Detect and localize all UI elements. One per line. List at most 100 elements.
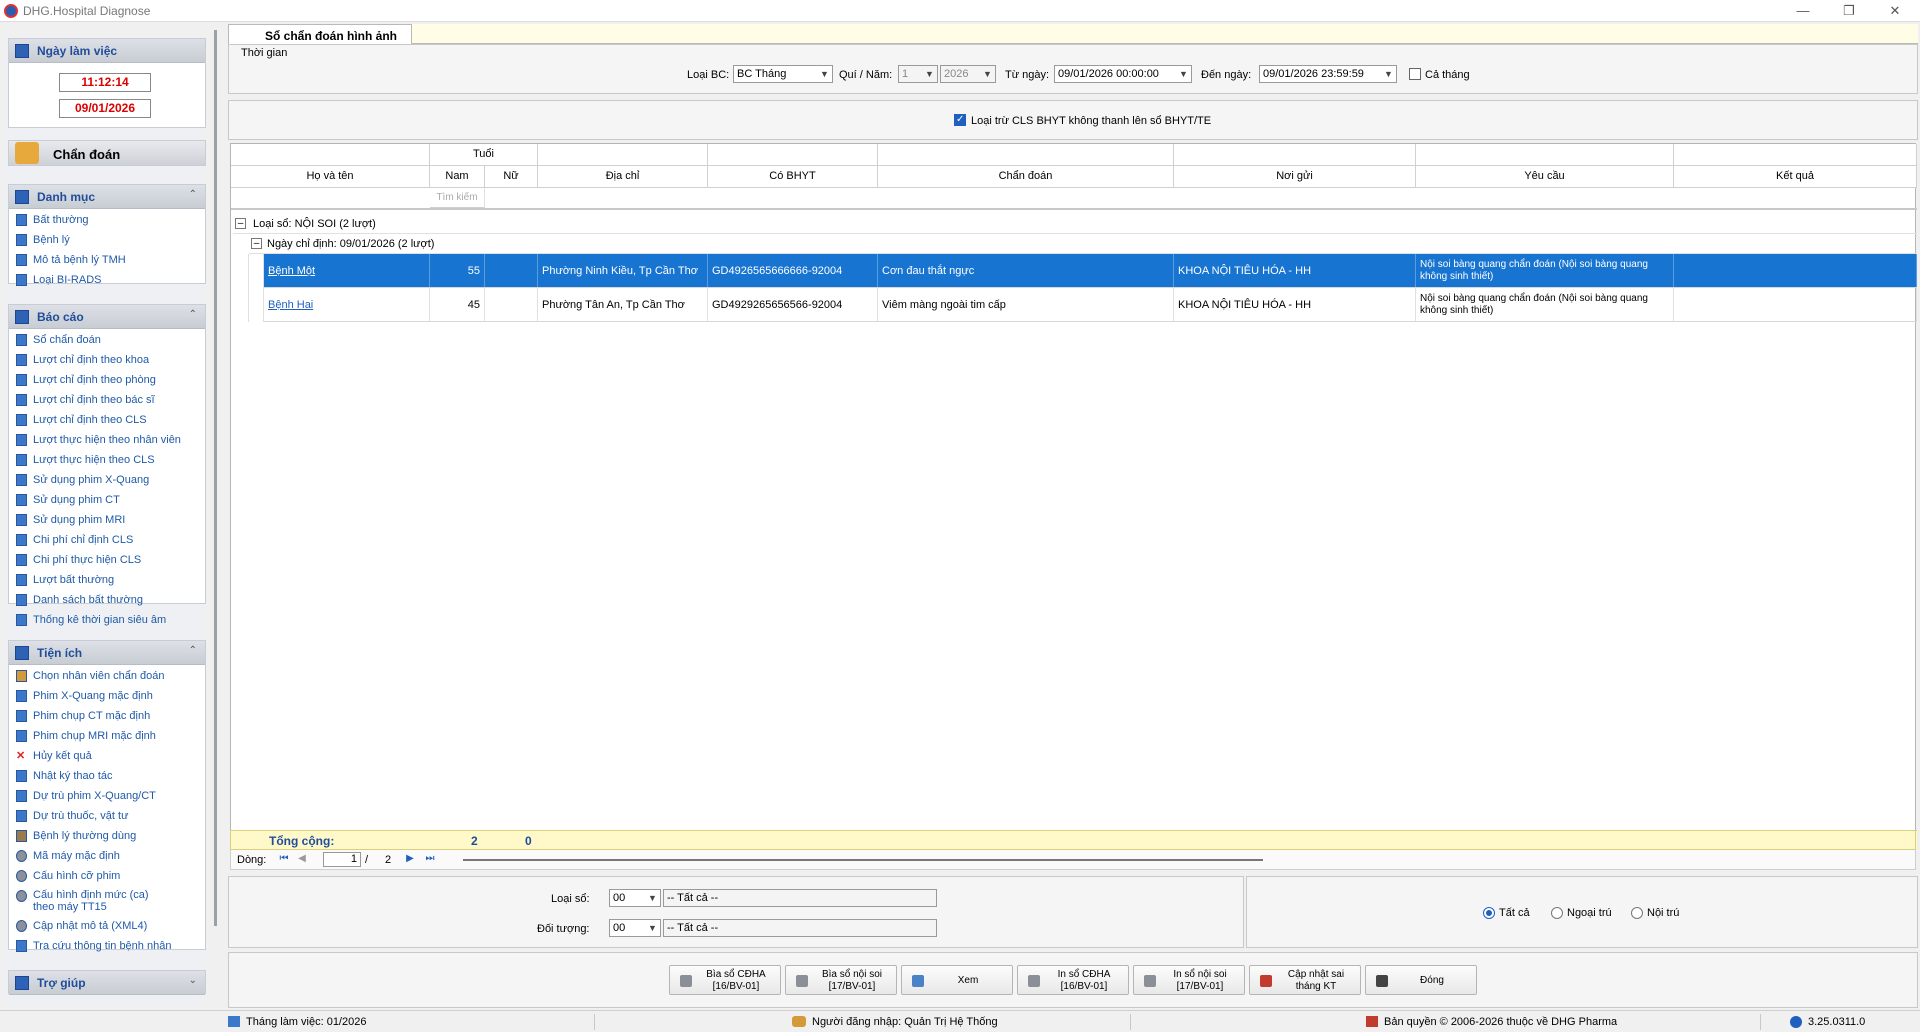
first-page-icon[interactable]: ⏮ [277, 852, 291, 866]
radio-tat-ca[interactable] [1483, 907, 1495, 919]
sidebar-item[interactable]: Lượt chỉ định theo CLS [13, 411, 203, 429]
bia-so-cdha-button[interactable]: Bìa sổ CĐHA [16/BV-01] [669, 965, 781, 995]
sidebar-item[interactable]: Lượt thực hiện theo nhân viên [13, 431, 203, 449]
sidebar-item[interactable]: Phim chụp CT mặc định [13, 707, 203, 725]
chevron-down-icon[interactable]: ▼ [922, 66, 937, 82]
table-row[interactable]: Bệnh Hai 45 Phường Tân An, Tp Cần Thơ GD… [264, 288, 1917, 322]
patient-link[interactable]: Bệnh Một [268, 265, 315, 277]
sidebar-item[interactable]: Lượt bất thường [13, 571, 203, 589]
nam-select[interactable]: 2026 ▼ [940, 65, 996, 83]
sidebar-item[interactable]: Chọn nhân viên chẩn đoán [13, 667, 203, 685]
sidebar-item[interactable]: Phim chụp MRI mặc định [13, 727, 203, 745]
sidebar-item[interactable]: Lượt chỉ định theo khoa [13, 351, 203, 369]
header-ho-ten[interactable]: Họ và tên [231, 166, 430, 188]
expand-chevron-icon[interactable]: ⌄ [189, 975, 197, 986]
sidebar-item[interactable]: Cập nhật mô tả (XML4) [13, 917, 203, 935]
collapse-chevron-icon[interactable]: ⌃ [189, 309, 197, 320]
sidebar-item[interactable]: Bệnh lý thường dùng [13, 827, 203, 845]
group-row-loai-so[interactable]: – Loại sổ: NỘI SOI (2 lượt) [233, 214, 1917, 234]
collapse-chevron-icon[interactable]: ⌃ [189, 189, 197, 200]
cap-nhat-sai-button[interactable]: Cập nhật sai tháng KT [1249, 965, 1361, 995]
search-filter-nam[interactable]: Tìm kiếm [430, 188, 485, 208]
collapse-toggle-icon[interactable]: – [235, 218, 246, 229]
loai-so-code-select[interactable]: 00 ▼ [609, 889, 661, 907]
sidebar-item[interactable]: ✕ Hủy kết quả [13, 747, 203, 765]
cell-ho-ten[interactable]: Bệnh Một [264, 254, 430, 287]
tro-giup-header[interactable]: Trợ giúp ⌄ [9, 971, 205, 995]
den-ngay-picker[interactable]: 09/01/2026 23:59:59 ▼ [1259, 65, 1397, 83]
patient-link[interactable]: Bệnh Hai [268, 299, 313, 311]
chevron-down-icon[interactable]: ▼ [645, 890, 660, 906]
sidebar-item[interactable]: Loại BI-RADS [13, 271, 203, 289]
tab-so-chan-doan[interactable]: Sổ chẩn đoán hình ảnh [228, 24, 412, 44]
radio-ngoai-tru[interactable] [1551, 907, 1563, 919]
sidebar-item[interactable]: Mã máy mặc định [13, 847, 203, 865]
collapse-toggle-icon[interactable]: – [251, 238, 262, 249]
ca-thang-checkbox[interactable] [1409, 68, 1421, 80]
loai-tru-checkbox[interactable] [954, 114, 966, 126]
sidebar-item[interactable]: Chi phí thực hiện CLS [13, 551, 203, 569]
collapse-chevron-icon[interactable]: ⌃ [189, 645, 197, 656]
sidebar-item[interactable]: Dự trù phim X-Quang/CT [13, 787, 203, 805]
sidebar-item[interactable]: Mô tả bệnh lý TMH [13, 251, 203, 269]
sidebar-item[interactable]: Chi phí chỉ định CLS [13, 531, 203, 549]
sidebar-item[interactable]: Lượt chỉ định theo phòng [13, 371, 203, 389]
bia-so-noi-soi-button[interactable]: Bìa sổ nội soi [17/BV-01] [785, 965, 897, 995]
chevron-down-icon[interactable]: ▼ [1176, 66, 1191, 82]
header-dia-chi[interactable]: Địa chỉ [538, 166, 708, 188]
chevron-down-icon[interactable]: ▼ [980, 66, 995, 82]
tien-ich-header[interactable]: Tiện ích ⌃ [9, 641, 205, 665]
minimize-button[interactable]: — [1780, 0, 1826, 22]
in-so-noi-soi-button[interactable]: In sổ nội soi [17/BV-01] [1133, 965, 1245, 995]
sidebar-item[interactable]: Sổ chẩn đoán [13, 331, 203, 349]
sidebar-item[interactable]: Lượt chỉ định theo bác sĩ [13, 391, 203, 409]
sidebar-item[interactable]: Sử dụng phim CT [13, 491, 203, 509]
sidebar-item[interactable]: Cấu hình định mức (ca) theo máy TT15 [13, 887, 203, 917]
next-page-icon[interactable]: ▶ [403, 852, 417, 866]
sidebar-item[interactable]: Nhật ký thao tác [13, 767, 203, 785]
page-input[interactable]: 1 [323, 852, 361, 867]
cell-ho-ten[interactable]: Bệnh Hai [264, 288, 430, 321]
sidebar-item[interactable]: Cấu hình cỡ phim [13, 867, 203, 885]
prev-page-icon[interactable]: ◀ [295, 852, 309, 866]
sidebar-splitter[interactable] [214, 30, 217, 926]
chan-doan-button[interactable]: Chẩn đoán [8, 140, 206, 166]
radio-noi-tru[interactable] [1631, 907, 1643, 919]
loai-bc-select[interactable]: BC Tháng ▼ [733, 65, 833, 83]
in-so-cdha-button[interactable]: In sổ CĐHA [16/BV-01] [1017, 965, 1129, 995]
sidebar-item[interactable]: Dự trù thuốc, vật tư [13, 807, 203, 825]
header-nam[interactable]: Nam [430, 166, 485, 188]
sidebar-item[interactable]: Bất thường [13, 211, 203, 229]
close-button[interactable]: ✕ [1872, 0, 1918, 22]
danh-muc-header[interactable]: Danh mục ⌃ [9, 185, 205, 209]
doi-tuong-code-select[interactable]: 00 ▼ [609, 919, 661, 937]
sidebar-item[interactable]: Sử dụng phim X-Quang [13, 471, 203, 489]
sidebar-item[interactable]: Phim X-Quang mặc định [13, 687, 203, 705]
group-row-ngay[interactable]: – Ngày chỉ định: 09/01/2026 (2 lượt) [249, 234, 1917, 254]
header-noi-gui[interactable]: Nơi gửi [1174, 166, 1416, 188]
dong-button[interactable]: Đóng [1365, 965, 1477, 995]
sidebar-item[interactable]: Lượt thực hiện theo CLS [13, 451, 203, 469]
header-nu[interactable]: Nữ [485, 166, 538, 188]
sidebar-item[interactable]: Sử dụng phim MRI [13, 511, 203, 529]
sidebar-item[interactable]: Danh sách bất thường [13, 591, 203, 609]
tu-ngay-picker[interactable]: 09/01/2026 00:00:00 ▼ [1054, 65, 1192, 83]
header-chan-doan[interactable]: Chẩn đoán [878, 166, 1174, 188]
horizontal-scrollbar[interactable] [463, 859, 1263, 861]
header-ket-qua[interactable]: Kết quả [1674, 166, 1917, 188]
chevron-down-icon[interactable]: ▼ [645, 920, 660, 936]
header-co-bhyt[interactable]: Có BHYT [708, 166, 878, 188]
sidebar-item[interactable]: Bệnh lý [13, 231, 203, 249]
xem-button[interactable]: Xem [901, 965, 1013, 995]
chevron-down-icon[interactable]: ▼ [817, 66, 832, 82]
maximize-button[interactable]: ❐ [1826, 0, 1872, 22]
bao-cao-header[interactable]: Báo cáo ⌃ [9, 305, 205, 329]
last-page-icon[interactable]: ⏭ [423, 852, 437, 866]
header-yeu-cau[interactable]: Yêu cầu [1416, 166, 1674, 188]
sidebar-item[interactable]: Tra cứu thông tin bệnh nhân [13, 937, 203, 955]
table-row[interactable]: Bệnh Một 55 Phường Ninh Kiều, Tp Cần Thơ… [264, 254, 1917, 288]
quy-select[interactable]: 1 ▼ [898, 65, 938, 83]
workday-header[interactable]: Ngày làm việc [9, 39, 205, 63]
sidebar-item[interactable]: Thống kê thời gian siêu âm [13, 611, 203, 629]
chevron-down-icon[interactable]: ▼ [1381, 66, 1396, 82]
